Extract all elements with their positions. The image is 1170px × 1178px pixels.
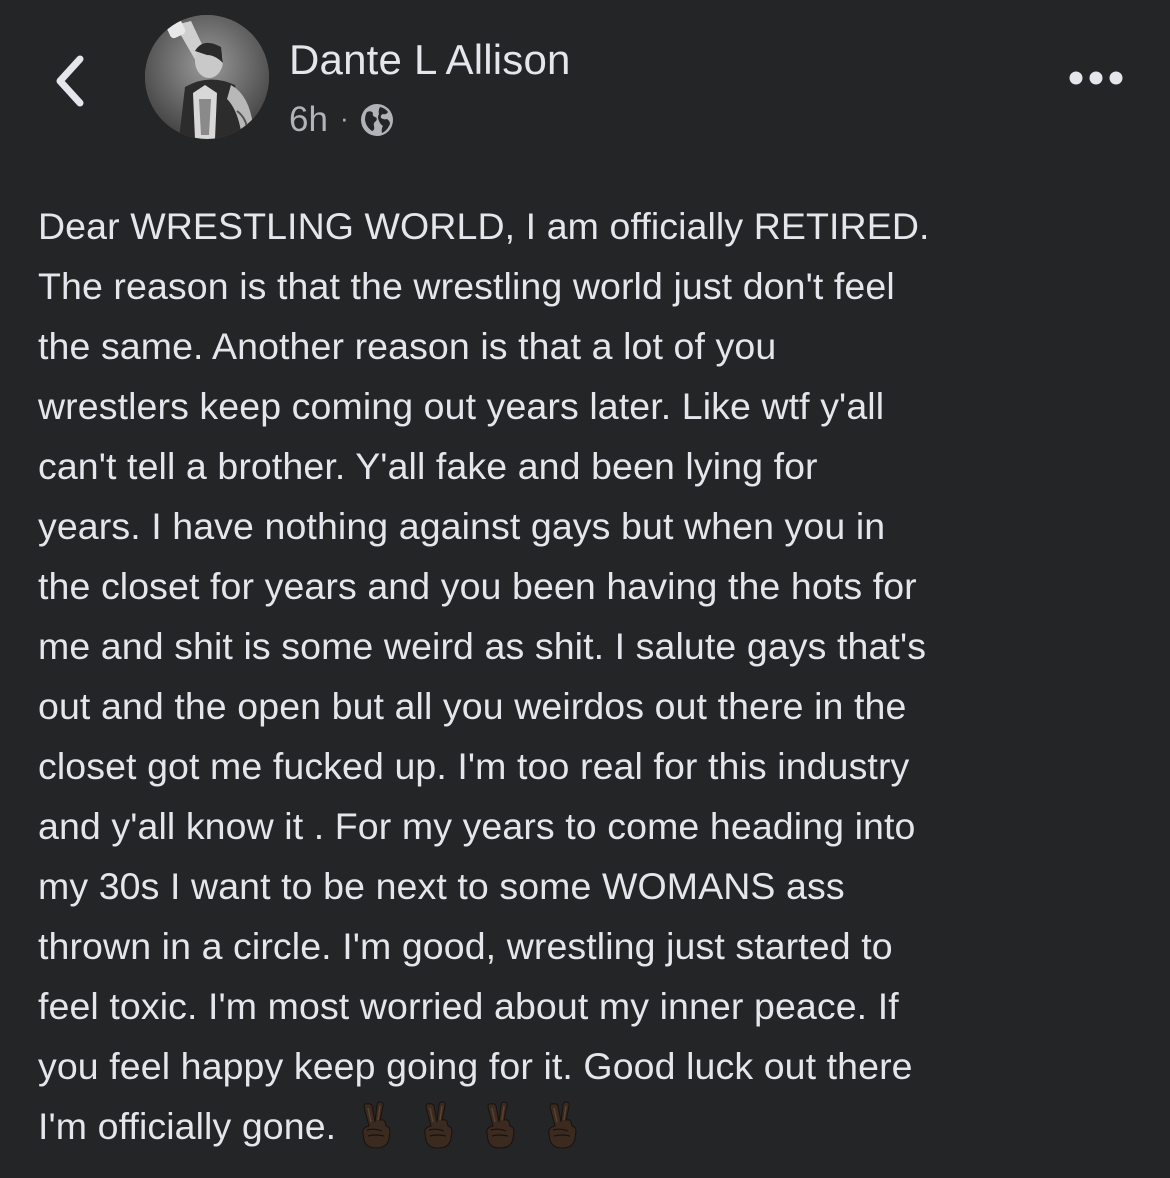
post-line: The reason is that the wrestling world j… (38, 265, 895, 307)
profile-photo (145, 15, 269, 139)
post-line: years. I have nothing against gays but w… (38, 505, 886, 547)
post-line-text: I'm officially gone. (38, 1105, 337, 1147)
post-line: Dear WRESTLING WORLD, I am officially RE… (38, 205, 930, 247)
post-line: the same. Another reason is that a lot o… (38, 325, 777, 367)
post-line: and y'all know it . For my years to come… (38, 805, 916, 847)
post-line: the closet for years and you been having… (38, 565, 917, 607)
globe-icon[interactable] (359, 102, 395, 138)
post-line-last: I'm officially gone. (38, 1096, 1148, 1156)
victory-hand-dark-skin-icon (486, 1101, 515, 1149)
post-line: wrestlers keep coming out years later. L… (38, 385, 885, 427)
victory-hand-dark-skin-icon (362, 1101, 391, 1149)
post-line: my 30s I want to be next to some WOMANS … (38, 865, 845, 907)
post-line: you feel happy keep going for it. Good l… (38, 1045, 913, 1087)
more-horizontal-icon (1069, 71, 1123, 85)
victory-hand-dark-skin-icon (548, 1101, 577, 1149)
post-text: Dear WRESTLING WORLD, I am officially RE… (38, 196, 1148, 1156)
victory-hand-dark-skin-icon (424, 1101, 453, 1149)
more-options-button[interactable] (1066, 58, 1126, 98)
author-name[interactable]: Dante L Allison (289, 36, 571, 84)
back-button[interactable] (40, 46, 100, 116)
post-line: me and shit is some weird as shit. I sal… (38, 625, 927, 667)
emoji-row (358, 1100, 580, 1150)
post-line: thrown in a circle. I'm good, wrestling … (38, 925, 893, 967)
post-timestamp[interactable]: 6h (289, 100, 328, 140)
post-line: feel toxic. I'm most worried about my in… (38, 985, 899, 1027)
post-line: closet got me fucked up. I'm too real fo… (38, 745, 910, 787)
post-meta: 6h · (289, 97, 395, 143)
post-line: can't tell a brother. Y'all fake and bee… (38, 445, 818, 487)
avatar[interactable] (145, 15, 269, 139)
chevron-left-icon (56, 55, 84, 107)
meta-separator: · (339, 102, 349, 133)
post-line: out and the open but all you weirdos out… (38, 685, 907, 727)
